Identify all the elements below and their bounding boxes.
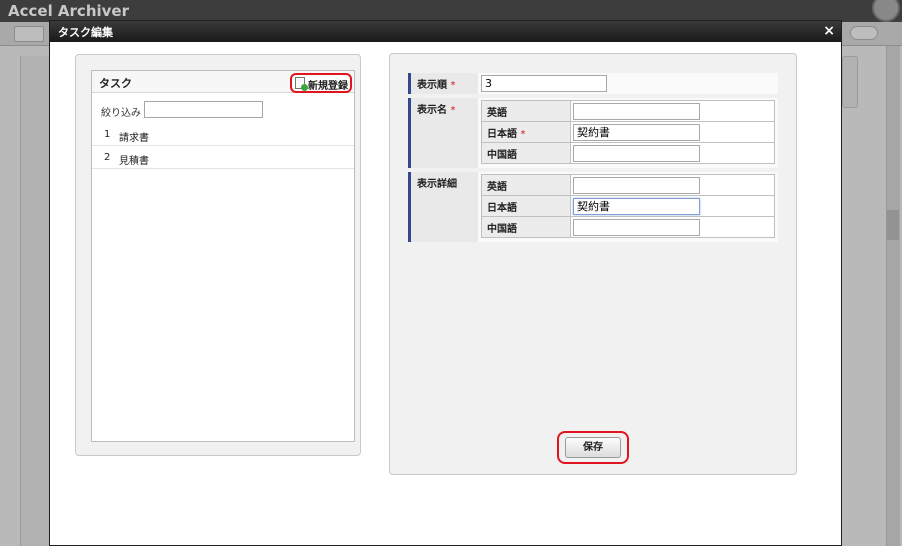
close-icon[interactable]: × <box>823 23 835 39</box>
order-cell <box>478 73 778 94</box>
lang-label-ja: 日本語 <box>481 195 571 217</box>
save-button[interactable]: 保存 <box>565 437 621 458</box>
task-list-box: タスク 新規登録 絞り込み 1 請求書 2 見積書 <box>91 70 355 442</box>
display-detail-lang-table: 英語 日本語 中国語 <box>481 174 775 238</box>
lang-label-zh: 中国語 <box>481 142 571 164</box>
task-edit-form-panel: 表示順 * 表示名 * 英語 日本語 * <box>389 53 797 475</box>
page-scrollbar <box>886 46 900 546</box>
required-mark: * <box>520 128 526 140</box>
order-label: 表示順 * <box>408 73 478 94</box>
toolbar-button <box>14 26 44 42</box>
task-list-header: タスク 新規登録 <box>92 71 354 93</box>
task-number: 2 <box>104 152 111 163</box>
display-name-label-text: 表示名 <box>417 105 447 116</box>
lang-label-en: 英語 <box>481 174 571 196</box>
task-edit-form: 表示順 * 表示名 * 英語 日本語 * <box>408 73 778 242</box>
task-number: 1 <box>104 129 111 140</box>
display-name-label: 表示名 * <box>408 98 478 168</box>
new-task-button[interactable]: 新規登録 <box>290 73 352 93</box>
display-detail-label: 表示詳細 <box>408 172 478 242</box>
list-item[interactable]: 2 見積書 <box>92 146 354 169</box>
dialog-title: タスク編集 <box>58 26 113 39</box>
required-mark: * <box>450 105 456 116</box>
background-panel-right <box>842 56 858 108</box>
display-detail-cell: 英語 日本語 中国語 <box>478 172 778 242</box>
display-name-cell: 英語 日本語 * 中国語 <box>478 98 778 168</box>
task-edit-dialog: タスク編集 × タスク 新規登録 絞り込み 1 請求書 2 見積書 表示順 * … <box>49 20 842 546</box>
display-name-zh-input[interactable] <box>573 144 700 162</box>
lang-label-ja: 日本語 * <box>481 121 571 143</box>
list-item[interactable]: 1 請求書 <box>92 123 354 146</box>
app-title: Accel Archiver <box>8 2 129 20</box>
order-input[interactable] <box>481 75 607 92</box>
dialog-titlebar: タスク編集 × <box>50 21 841 42</box>
task-name: 見積書 <box>119 156 149 167</box>
order-label-text: 表示順 <box>417 80 447 91</box>
avatar <box>872 0 900 22</box>
toolbar-toggle <box>850 26 878 40</box>
lang-label-ja-text: 日本語 <box>487 128 517 140</box>
display-name-lang-table: 英語 日本語 * 中国語 <box>481 100 775 164</box>
save-button-highlight: 保存 <box>557 431 629 464</box>
task-list-title: タスク <box>99 77 132 90</box>
required-mark: * <box>450 80 456 91</box>
lang-label-zh: 中国語 <box>481 216 571 238</box>
task-list-panel: タスク 新規登録 絞り込み 1 請求書 2 見積書 <box>75 54 361 456</box>
task-list: 1 請求書 2 見積書 <box>92 123 354 169</box>
filter-label: 絞り込み <box>101 108 141 119</box>
scrollbar-thumb <box>887 210 899 240</box>
new-document-icon <box>295 77 308 91</box>
display-detail-en-input[interactable] <box>573 176 700 194</box>
lang-label-en: 英語 <box>481 100 571 122</box>
display-detail-zh-input[interactable] <box>573 218 700 236</box>
app-header: Accel Archiver <box>0 0 902 22</box>
filter-input[interactable] <box>144 101 263 118</box>
display-name-ja-input[interactable] <box>573 123 700 141</box>
display-name-en-input[interactable] <box>573 102 700 120</box>
background-panel-left <box>20 56 50 546</box>
task-name: 請求書 <box>119 133 149 144</box>
display-detail-ja-input[interactable] <box>573 197 700 215</box>
new-task-button-label: 新規登録 <box>308 81 348 92</box>
